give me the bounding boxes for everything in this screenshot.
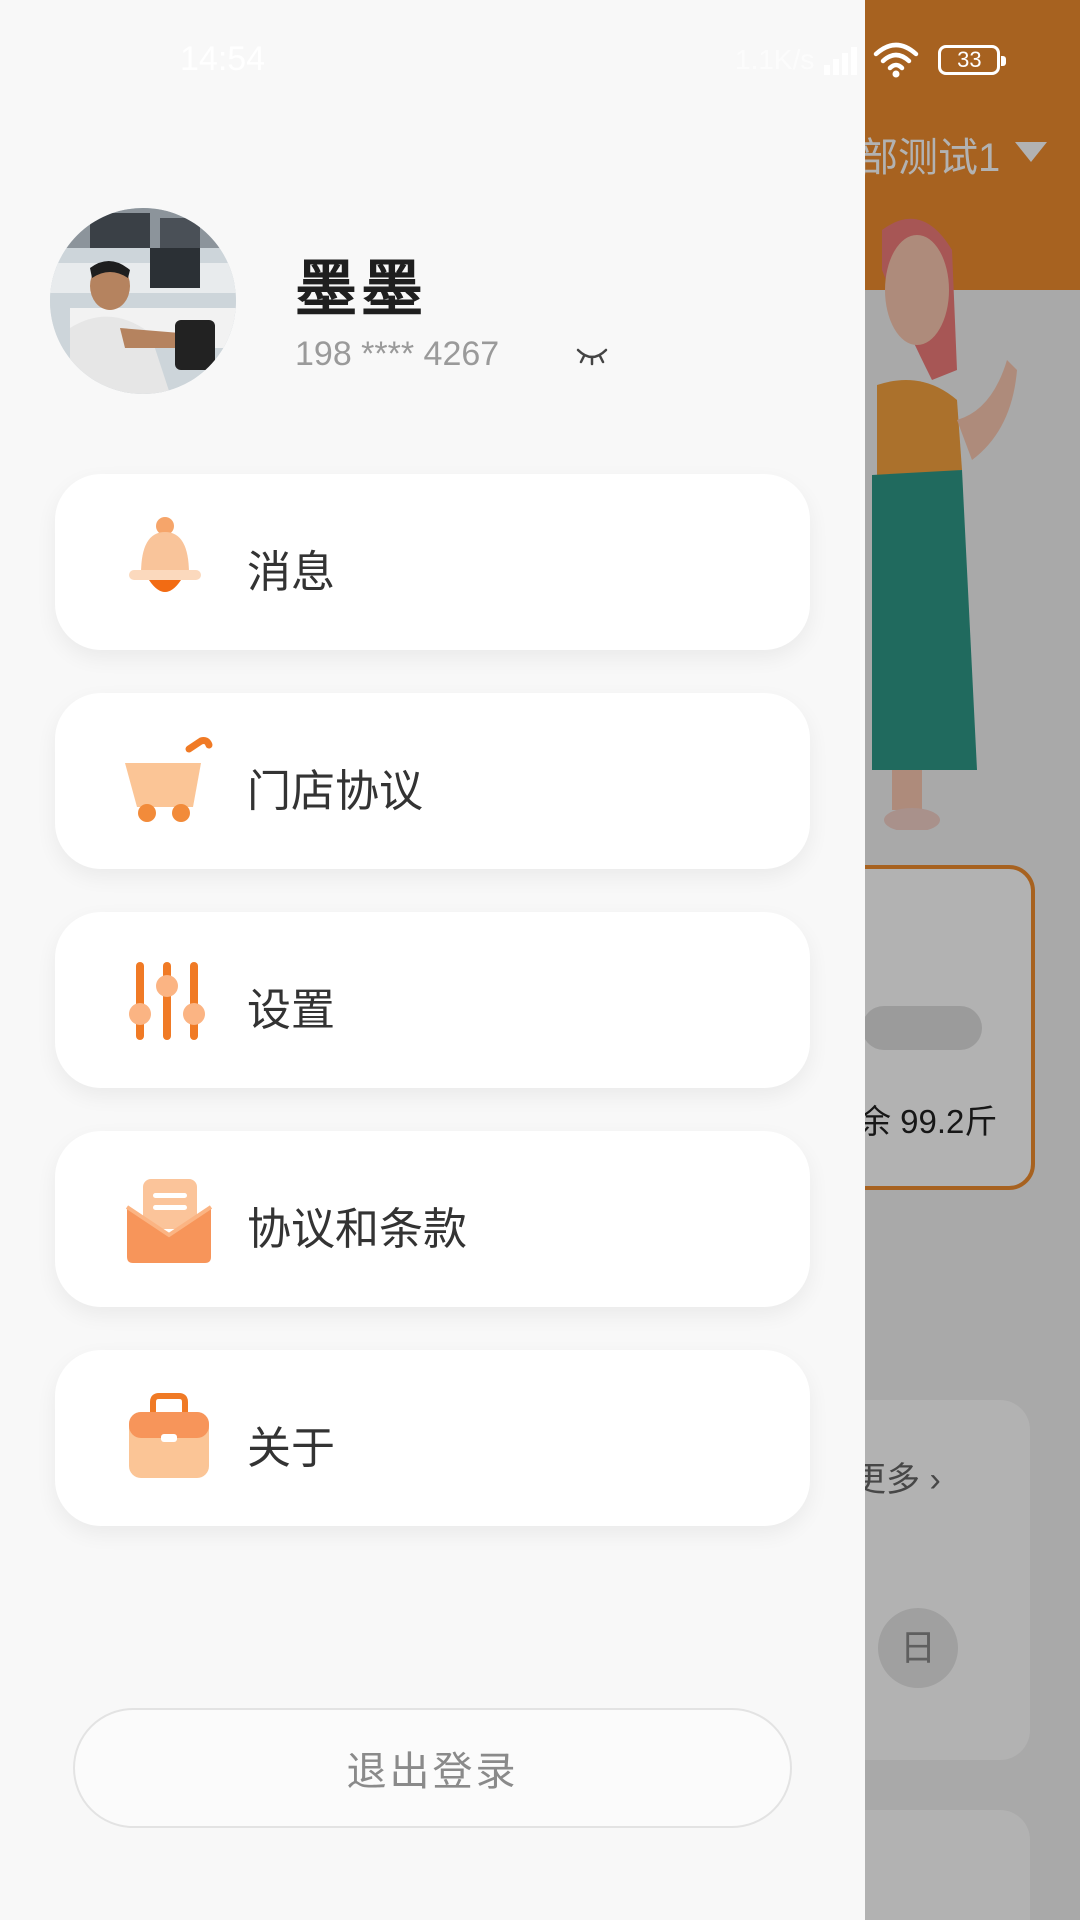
menu-item-terms[interactable]: 协议和条款 bbox=[55, 1131, 810, 1307]
user-name: 墨墨 bbox=[295, 255, 428, 324]
status-icons: 1.1K/s 33 bbox=[735, 38, 1007, 82]
status-time: 14:54 bbox=[180, 40, 266, 78]
cart-icon bbox=[125, 737, 213, 822]
battery-icon: 33 bbox=[938, 45, 1007, 75]
bell-icon bbox=[129, 517, 201, 592]
menu-label-terms: 协议和条款 bbox=[247, 1205, 467, 1254]
side-drawer: 墨墨 198 **** 4267 消息 门店协议 设置 协议和条款 关于 退出登… bbox=[0, 0, 865, 1920]
logout-button[interactable]: 退出登录 bbox=[73, 1708, 792, 1828]
user-phone: 198 **** 4267 bbox=[295, 335, 500, 373]
menu-label-about: 关于 bbox=[247, 1424, 335, 1473]
sliders-icon bbox=[129, 962, 205, 1040]
envelope-icon bbox=[125, 1179, 213, 1263]
briefcase-icon bbox=[129, 1393, 209, 1478]
signal-icon bbox=[824, 47, 858, 75]
screen: 部测试1 余 99.2斤 更多 › 日 14:54 1.1K/s 33 墨墨 1… bbox=[0, 0, 1080, 1920]
menu-label-messages: 消息 bbox=[247, 548, 335, 597]
avatar[interactable] bbox=[50, 208, 236, 394]
avatar-photo bbox=[50, 208, 236, 394]
eye-closed-icon[interactable] bbox=[572, 340, 612, 370]
menu-item-store-agreement[interactable]: 门店协议 bbox=[55, 693, 810, 869]
menu-item-settings[interactable]: 设置 bbox=[55, 912, 810, 1088]
battery-level: 33 bbox=[957, 47, 982, 72]
network-speed: 1.1K/s bbox=[735, 44, 815, 75]
wifi-icon bbox=[874, 42, 919, 78]
menu-item-messages[interactable]: 消息 bbox=[55, 474, 810, 650]
menu-item-about[interactable]: 关于 bbox=[55, 1350, 810, 1526]
menu-label-store-agreement: 门店协议 bbox=[247, 767, 423, 816]
menu-label-settings: 设置 bbox=[247, 986, 335, 1035]
